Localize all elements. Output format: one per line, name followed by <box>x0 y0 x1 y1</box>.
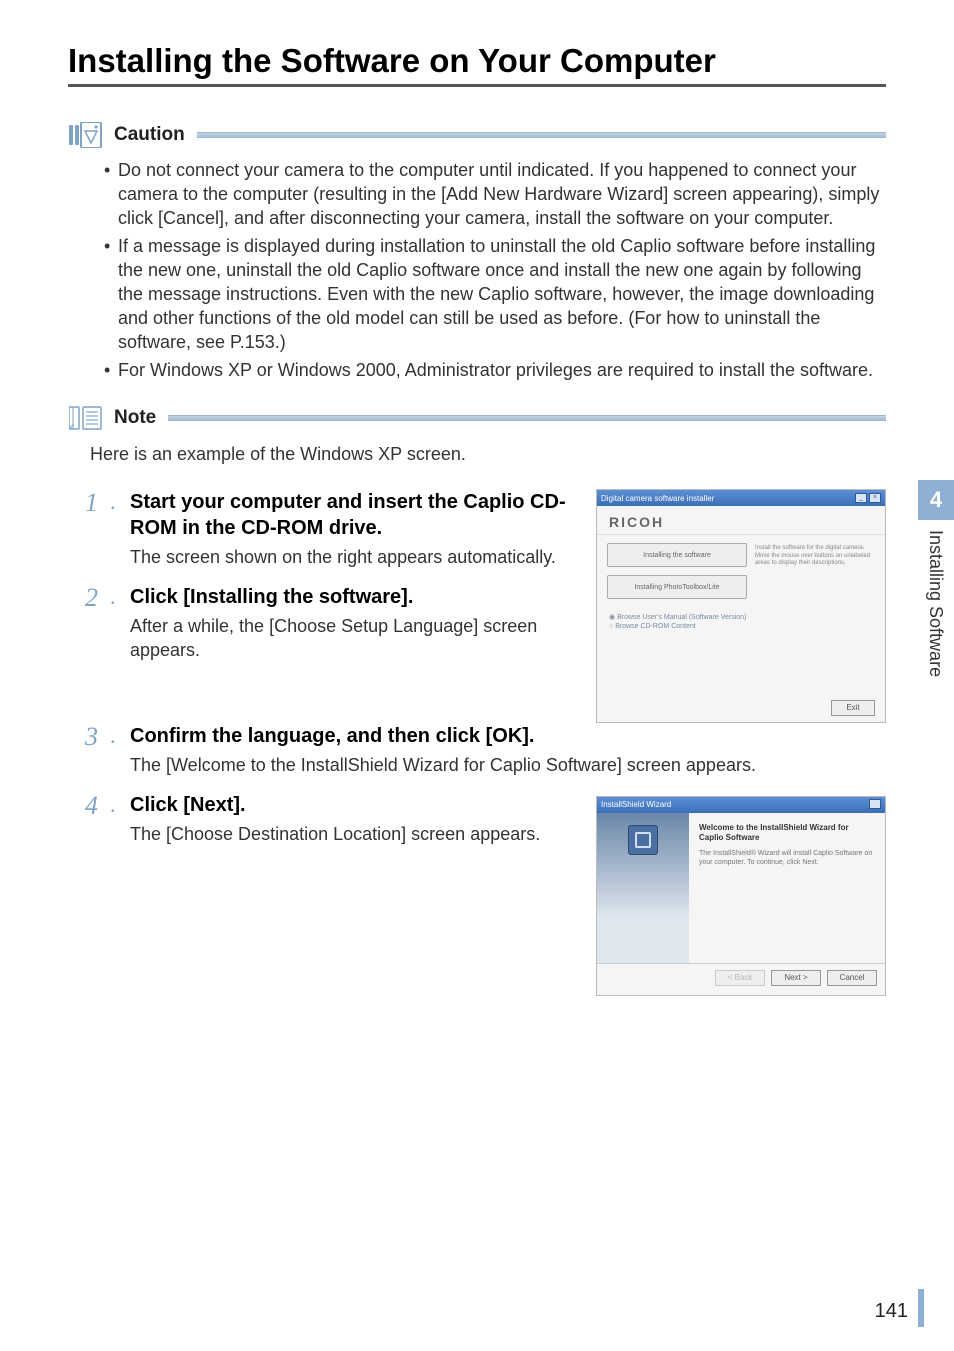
title-rule <box>68 84 886 87</box>
step-title: Start your computer and insert the Capli… <box>130 489 586 541</box>
minimize-icon[interactable]: _ <box>855 493 867 503</box>
window-title: Digital camera software installer <box>601 494 714 503</box>
step-title: Confirm the language, and then click [OK… <box>130 723 886 749</box>
note-label: Note <box>114 407 156 429</box>
wizard-welcome-desc: The InstallShield® Wizard will install C… <box>699 849 875 867</box>
window-controls: _ × <box>855 493 881 503</box>
page: Installing the Software on Your Computer… <box>0 0 954 1351</box>
section-label: Installing Software <box>925 526 946 677</box>
caution-list: Do not connect your camera to the comput… <box>104 159 886 382</box>
cancel-button[interactable]: Cancel <box>827 970 877 986</box>
wizard-sidebar <box>597 813 689 963</box>
note-icon <box>68 404 104 432</box>
step-desc: The [Choose Destination Location] screen… <box>130 822 586 846</box>
footer-accent <box>918 1289 924 1327</box>
step-3: 3 . Confirm the language, and then click… <box>68 723 886 777</box>
step-1: 1 . Start your computer and insert the C… <box>68 489 586 569</box>
step-2: 2 . Click [Installing the software]. Aft… <box>68 584 586 663</box>
caution-item: For Windows XP or Windows 2000, Administ… <box>104 359 886 383</box>
step-dot: . <box>110 489 118 515</box>
caution-header: Caution <box>68 121 886 149</box>
caution-icon <box>68 121 104 149</box>
step-title: Click [Installing the software]. <box>130 584 586 610</box>
wizard-welcome-title: Welcome to the InstallShield Wizard for … <box>699 823 875 843</box>
caution-item: If a message is displayed during install… <box>104 235 886 355</box>
brand-logo: RICOH <box>597 506 885 535</box>
window-controls <box>869 796 881 814</box>
window-titlebar: Digital camera software installer _ × <box>597 490 885 506</box>
install-software-button[interactable]: Installing the software <box>607 543 747 567</box>
step-number: 3 <box>68 723 98 752</box>
computer-icon <box>628 825 658 855</box>
wizard-screenshot: InstallShield Wizard Welcome to the Inst… <box>596 796 886 996</box>
exit-button[interactable]: Exit <box>831 700 875 716</box>
step-dot: . <box>110 723 118 749</box>
caution-item: Do not connect your camera to the comput… <box>104 159 886 231</box>
install-toolbox-button[interactable]: Installing PhotoToolbox/Lite <box>607 575 747 599</box>
browse-manual-option[interactable]: ◉ Browse User's Manual (Software Version… <box>609 613 873 621</box>
page-number: 141 <box>875 1294 912 1323</box>
page-title: Installing the Software on Your Computer <box>68 42 886 80</box>
wizard-footer: < Back Next > Cancel <box>597 963 885 993</box>
installer-description: Install the software for the digital cam… <box>755 543 875 607</box>
step-title: Click [Next]. <box>130 792 586 818</box>
step-number: 2 <box>68 584 98 613</box>
step-desc: The screen shown on the right appears au… <box>130 545 586 569</box>
close-icon[interactable] <box>869 799 881 809</box>
caution-rule <box>197 132 886 138</box>
step-4: 4 . Click [Next]. The [Choose Destinatio… <box>68 792 586 846</box>
close-icon[interactable]: × <box>869 493 881 503</box>
window-titlebar: InstallShield Wizard <box>597 797 885 813</box>
note-intro: Here is an example of the Windows XP scr… <box>90 444 886 465</box>
side-tab: 4 Installing Software <box>912 480 954 677</box>
step-desc: After a while, the [Choose Setup Languag… <box>130 614 586 663</box>
step-desc: The [Welcome to the InstallShield Wizard… <box>130 753 886 777</box>
caution-label: Caution <box>114 124 185 146</box>
installer-options: ◉ Browse User's Manual (Software Version… <box>597 613 885 630</box>
note-header: Note <box>68 404 886 432</box>
back-button: < Back <box>715 970 765 986</box>
note-rule <box>168 415 886 421</box>
step-number: 1 <box>68 489 98 518</box>
page-footer: 141 <box>875 1289 924 1327</box>
next-button[interactable]: Next > <box>771 970 821 986</box>
installer-screenshot: Digital camera software installer _ × RI… <box>596 489 886 723</box>
chapter-badge: 4 <box>918 480 954 520</box>
step-dot: . <box>110 584 118 610</box>
window-title: InstallShield Wizard <box>601 800 671 809</box>
browse-cd-option[interactable]: ○ Browse CD-ROM Content <box>609 623 873 630</box>
step-dot: . <box>110 792 118 818</box>
step-number: 4 <box>68 792 98 821</box>
